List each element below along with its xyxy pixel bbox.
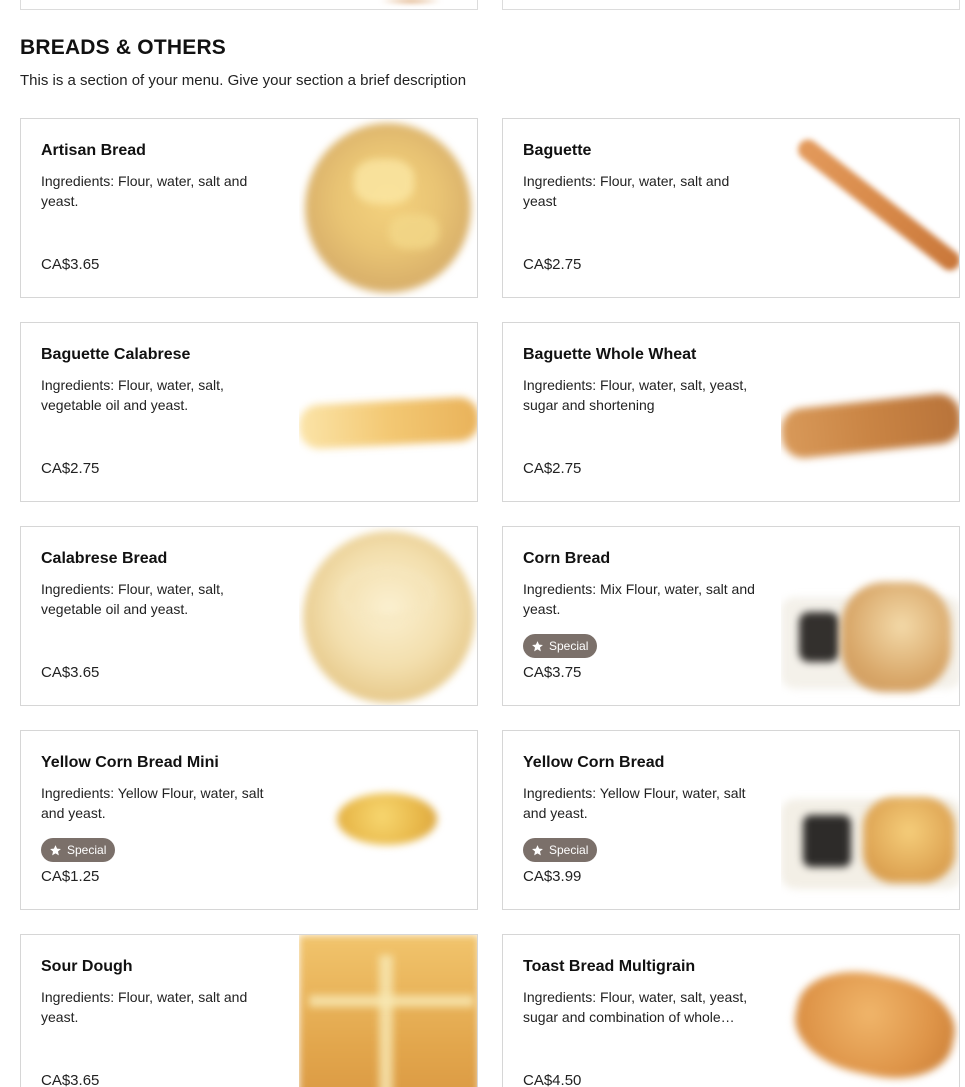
item-name: Artisan Bread: [41, 142, 146, 159]
toast-bread-multigrain-image: [781, 935, 959, 1087]
item-description: Ingredients: Flour, water, salt, vegetab…: [41, 377, 224, 413]
menu-item-card[interactable]: Yellow Corn Bread Ingredients: Yellow Fl…: [502, 730, 960, 910]
item-description: Ingredients: Yellow Flour, water, salt a…: [41, 785, 264, 821]
item-description: Ingredients: Flour, water, salt and yeas…: [523, 173, 730, 209]
item-price: CA$3.75: [523, 664, 582, 681]
menu-item-card[interactable]: Toast Bread Multigrain Ingredients: Flou…: [502, 934, 960, 1087]
item-price: CA$2.75: [523, 256, 582, 273]
menu-item-card[interactable]: Baguette Whole Wheat Ingredients: Flour,…: [502, 322, 960, 502]
item-image: [381, 0, 441, 5]
menu-item-card[interactable]: Calabrese Bread Ingredients: Flour, wate…: [20, 526, 478, 706]
item-name: Toast Bread Multigrain: [523, 958, 696, 975]
item-name: Calabrese Bread: [41, 550, 168, 567]
item-description: Ingredients: Yellow Flour, water, salt a…: [523, 785, 746, 821]
calabrese-bread-image: [299, 527, 477, 705]
menu-item-card[interactable]: Artisan Bread Ingredients: Flour, water,…: [20, 118, 478, 298]
special-badge: Special: [523, 634, 598, 658]
menu-item-card[interactable]: Yellow Corn Bread Mini Ingredients: Yell…: [20, 730, 478, 910]
badge-label: Special: [67, 843, 107, 857]
yellow-corn-bread-image: [781, 731, 959, 909]
item-name: Baguette Whole Wheat: [523, 346, 697, 363]
item-name: Yellow Corn Bread: [523, 754, 665, 771]
item-description: Ingredients: Flour, water, salt and yeas…: [41, 173, 248, 209]
item-price: CA$3.65: [41, 1072, 100, 1087]
menu-items-grid: Artisan Bread Ingredients: Flour, water,…: [20, 118, 960, 1087]
special-badge: Special: [41, 838, 116, 862]
item-description: Ingredients: Mix Flour, water, salt and …: [523, 581, 755, 617]
star-icon: [532, 844, 543, 855]
section-description: This is a section of your menu. Give you…: [20, 72, 467, 89]
item-name: Baguette Calabrese: [41, 346, 191, 363]
star-icon: [50, 844, 61, 855]
menu-item-card[interactable]: Baguette Ingredients: Flour, water, salt…: [502, 118, 960, 298]
artisan-bread-image: [299, 119, 477, 297]
menu-item-card[interactable]: Baguette Calabrese Ingredients: Flour, w…: [20, 322, 478, 502]
badge-label: Special: [549, 843, 589, 857]
item-price: CA$3.99: [523, 868, 582, 885]
baguette-whole-wheat-image: [781, 323, 959, 501]
previous-item-card[interactable]: [502, 0, 960, 10]
item-description: Ingredients: Flour, water, salt, yeast, …: [523, 377, 748, 413]
corn-bread-image: [781, 527, 959, 705]
sour-dough-image: [299, 935, 477, 1087]
menu-item-card[interactable]: Sour Dough Ingredients: Flour, water, sa…: [20, 934, 478, 1087]
item-price: CA$4.50: [523, 1072, 582, 1087]
star-icon: [532, 640, 543, 651]
yellow-corn-bread-mini-image: [299, 731, 477, 909]
item-description: Ingredients: Flour, water, salt and yeas…: [41, 989, 248, 1025]
item-price: CA$3.65: [41, 256, 100, 273]
item-name: Corn Bread: [523, 550, 611, 567]
item-name: Baguette: [523, 142, 592, 159]
item-price: CA$1.25: [41, 868, 100, 885]
baguette-calabrese-image: [299, 323, 477, 501]
item-description: Ingredients: Flour, water, salt, vegetab…: [41, 581, 224, 617]
special-badge: Special: [523, 838, 598, 862]
baguette-image: [781, 119, 959, 297]
item-description: Ingredients: Flour, water, salt, yeast, …: [523, 989, 748, 1025]
item-price: CA$2.75: [41, 460, 100, 477]
item-price: CA$2.75: [523, 460, 582, 477]
menu-item-card[interactable]: Corn Bread Ingredients: Mix Flour, water…: [502, 526, 960, 706]
badge-label: Special: [549, 639, 589, 653]
item-name: Sour Dough: [41, 958, 133, 975]
previous-item-card[interactable]: [20, 0, 478, 10]
item-price: CA$3.65: [41, 664, 100, 681]
item-name: Yellow Corn Bread Mini: [41, 754, 219, 771]
section-title: BREADS & OTHERS: [20, 36, 227, 59]
